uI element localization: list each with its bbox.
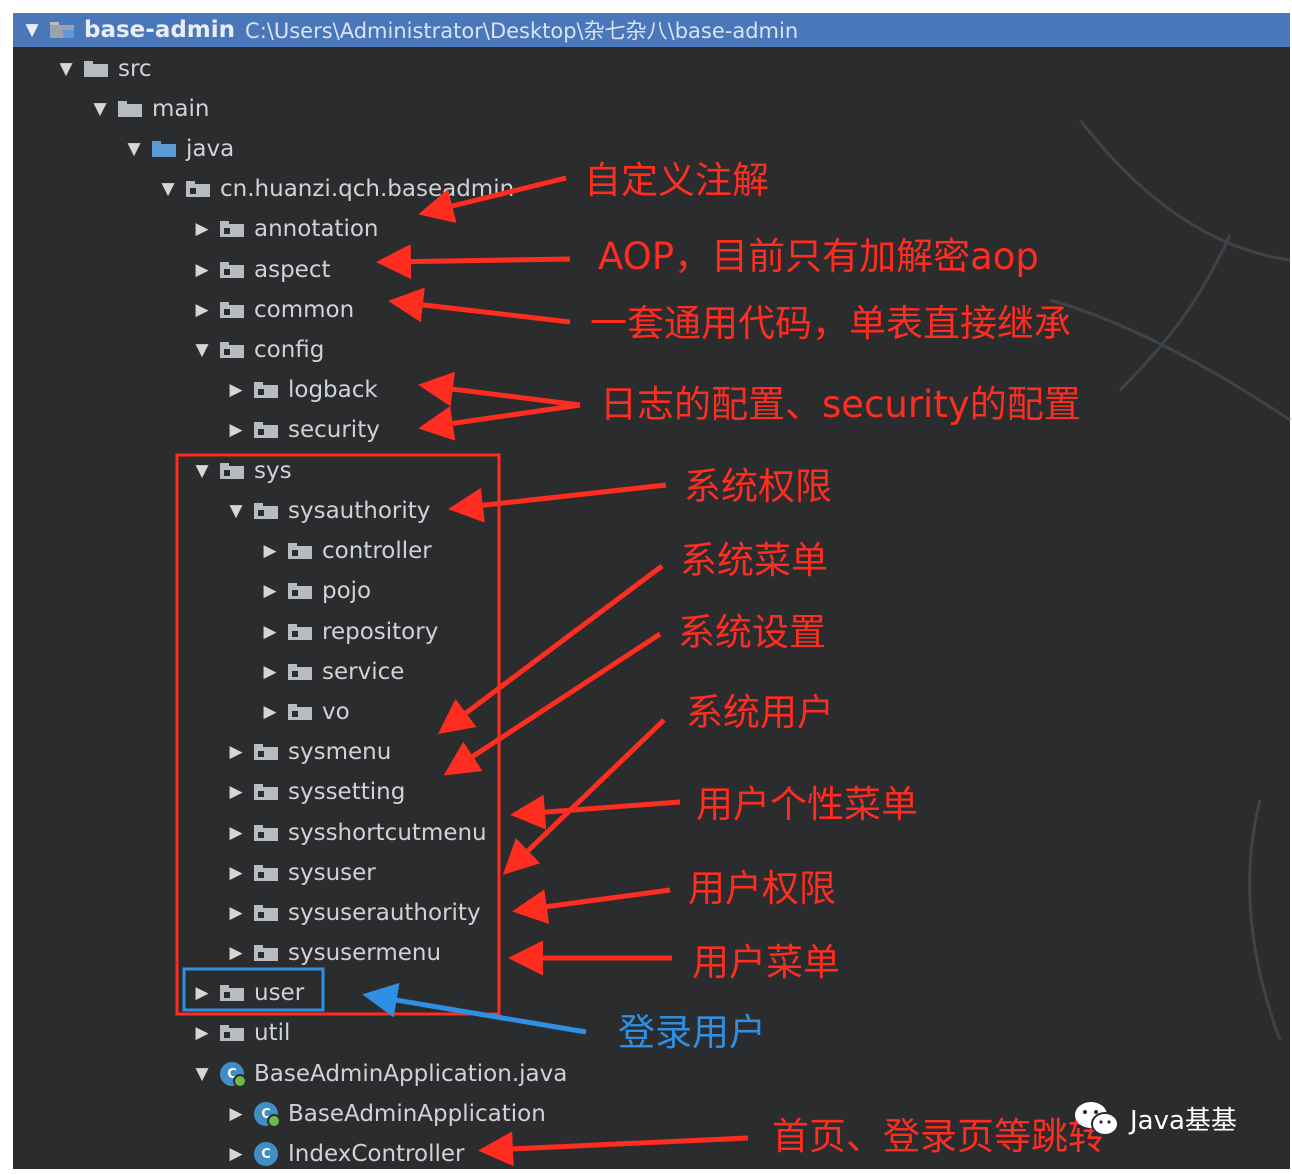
- annotation-aop: AOP，目前只有加解密aop: [598, 235, 1039, 278]
- arrow-logback: [418, 371, 581, 408]
- arrow-index-controller: [478, 1131, 749, 1167]
- arrow-security: [418, 402, 581, 441]
- annotation-common: 一套通用代码，单表直接继承: [590, 302, 1071, 345]
- annotation-user-authority: 用户权限: [688, 867, 836, 910]
- wechat-icon: [1075, 1102, 1119, 1136]
- annotation-sys-setting: 系统设置: [678, 611, 826, 654]
- arrow-sysshortcutmenu: [510, 794, 681, 830]
- annotation-sys-user: 系统用户: [686, 691, 834, 734]
- watermark-text: Java基基: [1130, 1105, 1237, 1136]
- arrow-custom-annotation: [418, 175, 567, 224]
- annotation-sys-menu: 系统菜单: [680, 539, 828, 582]
- annotation-sys-authority: 系统权限: [684, 465, 832, 508]
- arrow-aspect: [376, 244, 571, 280]
- arrow-sysauthority: [448, 482, 667, 523]
- annotation-index-redirect: 首页、登录页等跳转: [772, 1115, 1105, 1158]
- watermark: Java基基: [1072, 1098, 1237, 1138]
- background-branches: [1049, 119, 1291, 1041]
- arrow-sysuser: [502, 718, 666, 875]
- annotation-user-menu: 用户菜单: [692, 941, 840, 984]
- annotation-login-user: 登录用户: [618, 1011, 766, 1054]
- annotation-user-shortcut-menu: 用户个性菜单: [696, 783, 918, 826]
- annotation-custom-annotation: 自定义注解: [584, 159, 769, 202]
- sys-highlight-box: [175, 453, 501, 1016]
- annotation-config: 日志的配置、security的配置: [600, 383, 1081, 426]
- user-highlight-box: [182, 967, 325, 1012]
- arrow-sysuserauthority: [512, 887, 671, 924]
- arrow-common: [388, 287, 571, 325]
